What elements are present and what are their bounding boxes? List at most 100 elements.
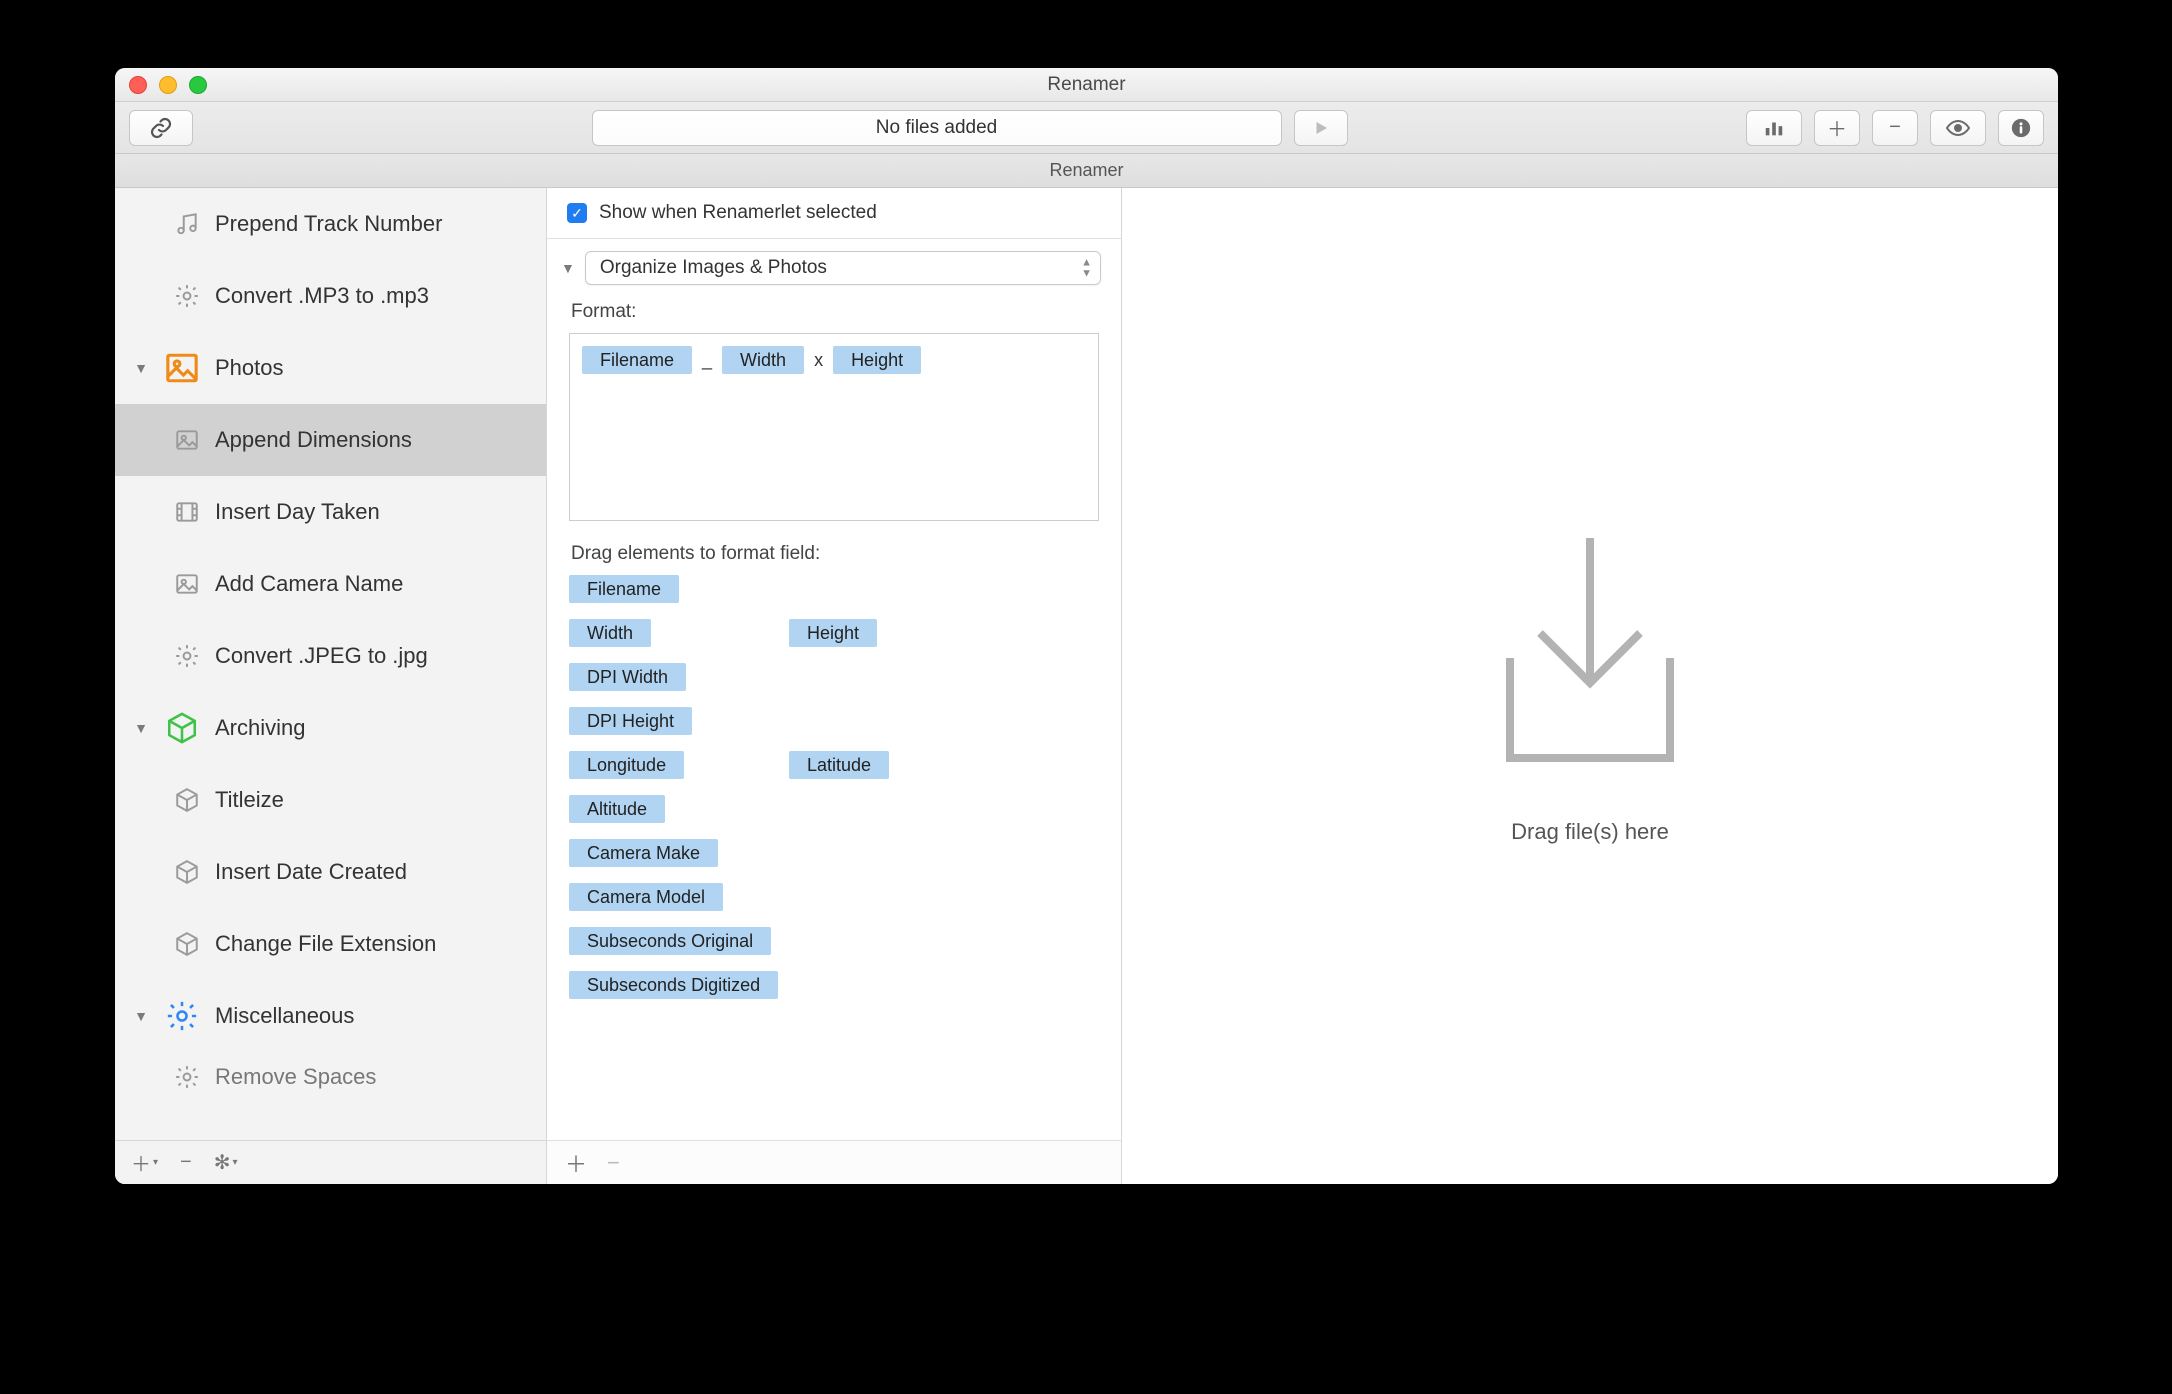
sidebar-list[interactable]: Prepend Track Number Convert .MP3 to .mp3… (115, 188, 546, 1140)
remove-button[interactable]: − (1872, 110, 1918, 146)
show-when-selected-row: ✓ Show when Renamerlet selected (547, 188, 1121, 239)
sidebar-item[interactable]: Add Camera Name (115, 548, 546, 620)
format-separator: x (810, 346, 827, 374)
gear-icon (173, 282, 201, 310)
format-token[interactable]: Height (833, 346, 921, 374)
palette-token[interactable]: Camera Make (569, 839, 718, 867)
sidebar-group[interactable]: ▼ Archiving (115, 692, 546, 764)
section-disclosure[interactable]: ▼ (561, 260, 575, 276)
disclosure-triangle-icon[interactable]: ▼ (133, 360, 149, 376)
format-token[interactable]: Filename (582, 346, 692, 374)
palette-token[interactable]: Altitude (569, 795, 665, 823)
close-window-button[interactable] (129, 76, 147, 94)
sidebar-item[interactable]: Append Dimensions (115, 404, 546, 476)
drag-elements-label: Drag elements to format field: (547, 521, 1121, 573)
palette-token[interactable]: Subseconds Digitized (569, 971, 778, 999)
config-panel: ✓ Show when Renamerlet selected ▼ Organi… (547, 188, 1122, 1184)
sidebar-group-label: Archiving (215, 715, 305, 741)
palette-token[interactable]: Latitude (789, 751, 889, 779)
content-body: Prepend Track Number Convert .MP3 to .mp3… (115, 188, 2058, 1184)
image-icon (173, 426, 201, 454)
download-tray-icon (1490, 528, 1690, 781)
palette-token[interactable]: Filename (569, 575, 679, 603)
info-button[interactable] (1998, 110, 2044, 146)
format-field[interactable]: Filename_WidthxHeight (569, 333, 1099, 521)
sidebar-item[interactable]: Insert Date Created (115, 836, 546, 908)
chain-button[interactable] (129, 110, 193, 146)
palette-token[interactable]: Height (789, 619, 877, 647)
window-title: Renamer (115, 74, 2058, 96)
palette-token[interactable]: Width (569, 619, 651, 647)
sidebar-item-label: Convert .JPEG to .jpg (215, 643, 428, 669)
palette-token[interactable]: DPI Width (569, 663, 686, 691)
disclosure-triangle-icon[interactable]: ▼ (133, 1008, 149, 1024)
drop-zone-text: Drag file(s) here (1511, 819, 1669, 845)
titlebar: Renamer (115, 68, 2058, 102)
sidebar-item[interactable]: Insert Day Taken (115, 476, 546, 548)
palette-token[interactable]: DPI Height (569, 707, 692, 735)
cube-icon (173, 786, 201, 814)
film-icon (173, 498, 201, 526)
sidebar-item-label: Remove Spaces (215, 1064, 376, 1090)
sidebar-item[interactable]: Remove Spaces (115, 1052, 546, 1102)
sidebar-item-label: Titleize (215, 787, 284, 813)
sidebar-item-label: Convert .MP3 to .mp3 (215, 283, 429, 309)
step-remove-button[interactable]: − (607, 1150, 620, 1176)
sidebar-item-label: Insert Day Taken (215, 499, 380, 525)
zoom-window-button[interactable] (189, 76, 207, 94)
format-separator: _ (698, 346, 716, 374)
subheader-title: Renamer (1049, 160, 1123, 181)
palette-token[interactable]: Camera Model (569, 883, 723, 911)
music-icon (173, 210, 201, 238)
traffic-lights (115, 76, 207, 94)
photo-icon (161, 347, 203, 389)
cube-icon (173, 930, 201, 958)
sidebar-item-label: Prepend Track Number (215, 211, 442, 237)
stats-button[interactable] (1746, 110, 1802, 146)
sidebar-item[interactable]: Change File Extension (115, 908, 546, 980)
sidebar-group[interactable]: ▼ Photos (115, 332, 546, 404)
image-icon (173, 570, 201, 598)
subheader: Renamer (115, 154, 2058, 188)
gear-blue-icon (161, 995, 203, 1037)
minimize-window-button[interactable] (159, 76, 177, 94)
sidebar-item[interactable]: Convert .JPEG to .jpg (115, 620, 546, 692)
sidebar-group[interactable]: ▼ Miscellaneous (115, 980, 546, 1052)
disclosure-triangle-icon[interactable]: ▼ (133, 720, 149, 736)
sidebar-action-button[interactable]: ✻▾ (214, 1150, 238, 1175)
show-when-selected-checkbox[interactable]: ✓ (567, 203, 587, 223)
sidebar-footer: ＋▾ − ✻▾ (115, 1140, 546, 1184)
sidebar-add-button[interactable]: ＋▾ (131, 1148, 158, 1177)
gear-icon (173, 642, 201, 670)
preset-select[interactable]: Organize Images & Photos ▲▼ (585, 251, 1101, 285)
file-status-field[interactable]: No files added (592, 110, 1282, 146)
sidebar-item[interactable]: Titleize (115, 764, 546, 836)
palette-token[interactable]: Subseconds Original (569, 927, 771, 955)
sidebar-group-label: Photos (215, 355, 284, 381)
eye-icon (1946, 116, 1970, 140)
sidebar-item-label: Insert Date Created (215, 859, 407, 885)
format-field-label: Format: (547, 291, 1121, 329)
preview-button[interactable] (1930, 110, 1986, 146)
sidebar-item[interactable]: Prepend Track Number (115, 188, 546, 260)
drop-zone[interactable]: Drag file(s) here (1122, 188, 2058, 1184)
cube-icon (173, 858, 201, 886)
sidebar-item-label: Append Dimensions (215, 427, 412, 453)
show-when-selected-label: Show when Renamerlet selected (599, 202, 877, 224)
add-button[interactable]: ＋ (1814, 110, 1860, 146)
sidebar-remove-button[interactable]: − (180, 1151, 192, 1174)
toolbar: No files added ＋ − (115, 102, 2058, 154)
gear-icon (173, 1063, 201, 1091)
palette-token[interactable]: Longitude (569, 751, 684, 779)
info-icon (2010, 117, 2032, 139)
sidebar-item[interactable]: Convert .MP3 to .mp3 (115, 260, 546, 332)
sidebar-item-label: Change File Extension (215, 931, 436, 957)
step-add-button[interactable]: ＋ (565, 1147, 587, 1179)
sidebar-group-label: Miscellaneous (215, 1003, 354, 1029)
check-icon: ✓ (571, 205, 583, 222)
app-window: Renamer No files added (115, 68, 2058, 1184)
format-token[interactable]: Width (722, 346, 804, 374)
play-button[interactable] (1294, 110, 1348, 146)
link-icon (149, 116, 173, 140)
minus-icon: − (1889, 116, 1901, 139)
